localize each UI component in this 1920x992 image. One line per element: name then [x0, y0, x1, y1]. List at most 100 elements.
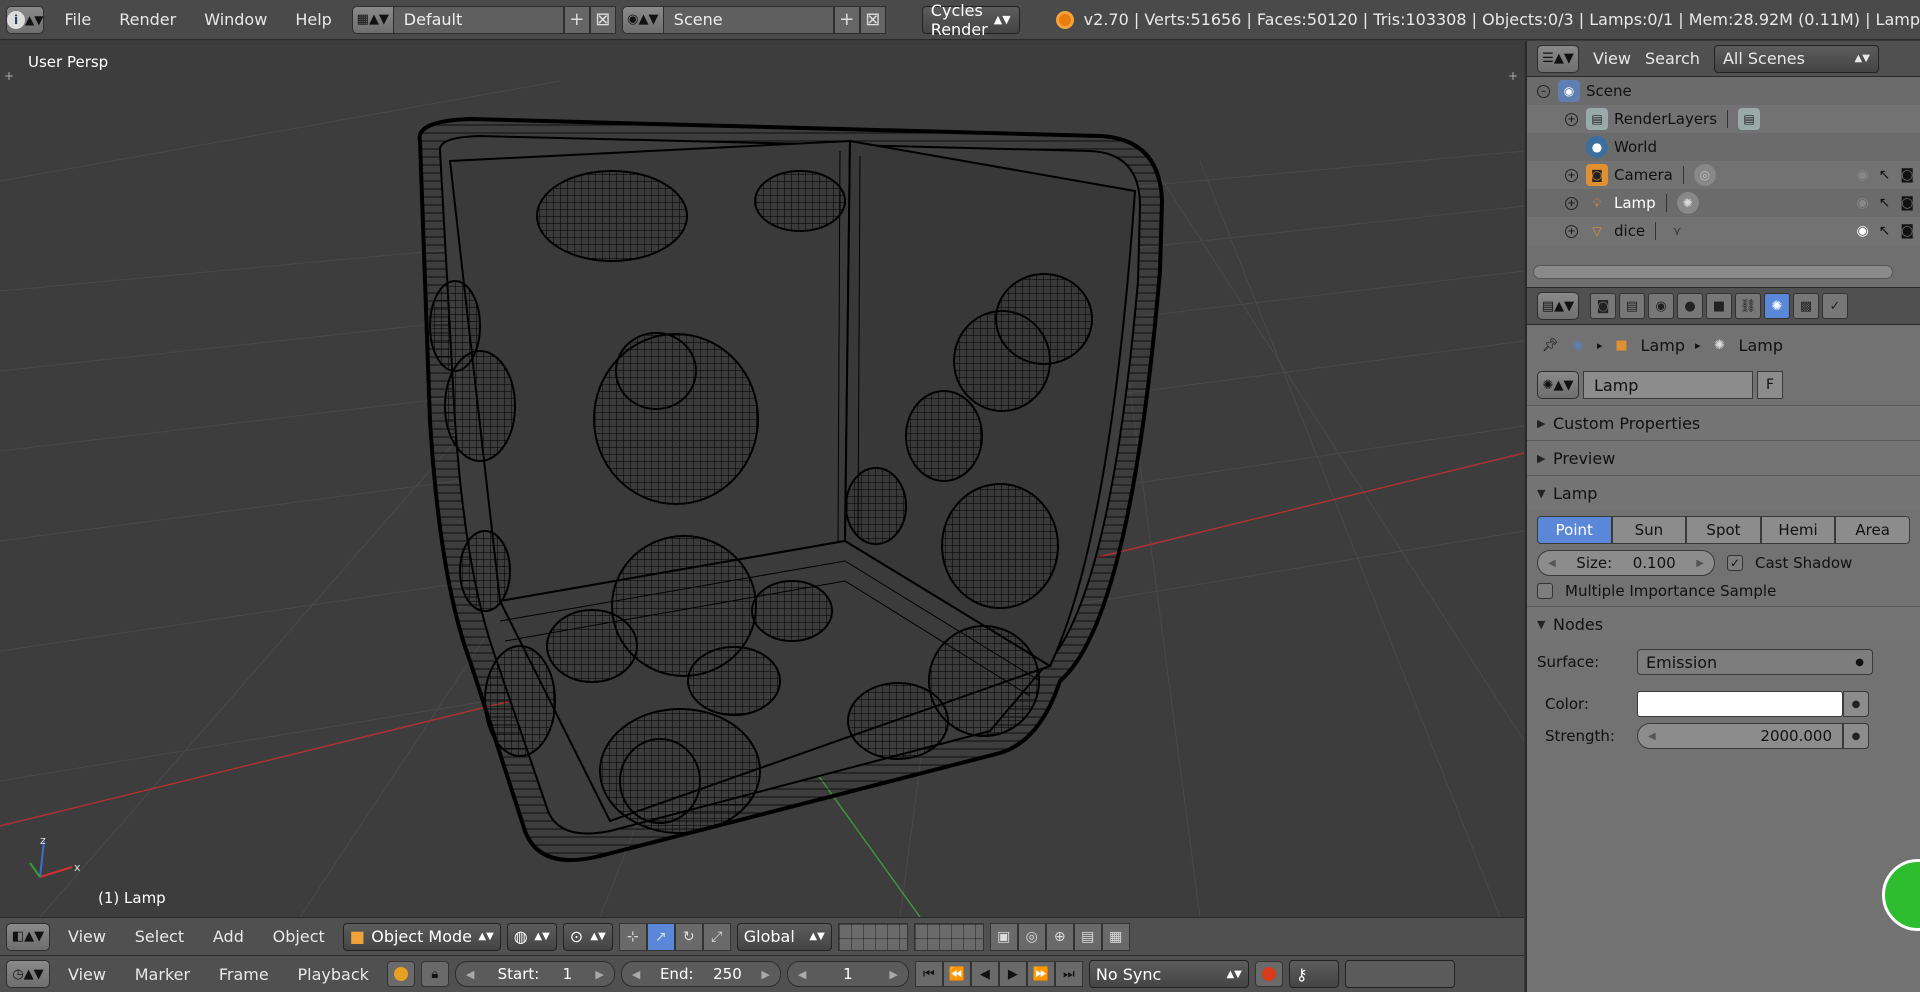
keying-set-field[interactable] — [1344, 960, 1455, 988]
delete-layout-button[interactable]: ⊠ — [589, 5, 616, 34]
lamp-type-point[interactable]: Point — [1537, 516, 1612, 544]
color-swatch[interactable] — [1637, 691, 1843, 717]
record-icon[interactable] — [1254, 961, 1283, 987]
constraints-tab-icon[interactable]: ⛓ — [1735, 293, 1761, 319]
render-animation-icon[interactable]: ▦ — [1101, 922, 1130, 951]
layout-icon[interactable]: ▦▲▼ — [351, 5, 394, 34]
cast-shadow-checkbox[interactable]: ✓ — [1727, 555, 1743, 571]
render-engine-dropdown[interactable]: Cycles Render ▲▼ — [921, 1, 1020, 39]
render-camera-icon[interactable]: ◙ — [1900, 195, 1914, 211]
editor-type-timeline-button[interactable]: ◷▲▼ — [6, 960, 50, 988]
viewport-shading-dropdown[interactable]: ◍ ▲▼ — [506, 922, 557, 951]
add-scene-button[interactable]: + — [833, 5, 860, 34]
scale-manipulator-icon[interactable]: ⤢ — [702, 922, 731, 951]
menu-view[interactable]: View — [56, 927, 118, 946]
lamp-panel-header[interactable]: ▼ Lamp — [1527, 476, 1920, 510]
world-tab-icon[interactable]: ● — [1677, 293, 1703, 319]
lock-icon[interactable]: 🔒︎ — [420, 961, 449, 987]
scene-tab-icon[interactable]: ◉ — [1648, 293, 1674, 319]
pivot-dropdown[interactable]: ⊙ ▲▼ — [562, 922, 613, 951]
texture-tab-icon[interactable]: ▩ — [1793, 293, 1819, 319]
menu-view[interactable]: View — [56, 965, 118, 984]
visibility-eye-icon[interactable]: ◉ — [1856, 167, 1868, 183]
layout-name-field[interactable]: Default — [393, 5, 564, 34]
expand-icon[interactable]: + — [1565, 224, 1578, 238]
select-arrow-icon[interactable]: ↖ — [1879, 167, 1891, 183]
visibility-eye-icon[interactable]: ◉ — [1856, 223, 1868, 239]
keying-set-icon[interactable]: ⚷ — [1288, 960, 1339, 988]
jump-keyframe-back-icon[interactable]: ⏪ — [942, 961, 971, 987]
lamp-type-sun[interactable]: Sun — [1611, 516, 1687, 544]
menu-window[interactable]: Window — [190, 10, 281, 29]
expand-icon[interactable]: + — [1565, 168, 1578, 182]
play-reverse-icon[interactable]: ◀ — [970, 961, 999, 987]
editor-type-outliner-button[interactable]: ☰▲▼ — [1537, 44, 1579, 73]
outliner-row-camera[interactable]: + ◙ Camera ◎ ◉ ↖ ◙ — [1527, 161, 1920, 189]
jump-end-icon[interactable]: ⏭ — [1054, 961, 1083, 987]
scene-name-field[interactable]: Scene — [663, 5, 834, 34]
fake-user-button[interactable]: F — [1757, 371, 1783, 399]
sync-dropdown[interactable]: No Sync ▲▼ — [1088, 960, 1249, 988]
preview-header[interactable]: ▶ Preview — [1527, 441, 1920, 475]
menu-playback[interactable]: Playback — [285, 965, 380, 984]
select-arrow-icon[interactable]: ↖ — [1879, 195, 1891, 211]
renderlayers-tab-icon[interactable]: ▤ — [1619, 293, 1645, 319]
jump-start-icon[interactable]: ⏮ — [914, 961, 943, 987]
lamp-data-tab-icon[interactable]: ✺ — [1764, 293, 1790, 319]
mode-dropdown[interactable]: ■ Object Mode ▲▼ — [342, 922, 501, 951]
lamp-type-area[interactable]: Area — [1835, 516, 1910, 544]
properties-toggle-icon[interactable]: + — [1508, 69, 1518, 83]
menu-help[interactable]: Help — [281, 10, 345, 29]
render-camera-icon[interactable]: ◙ — [1900, 167, 1914, 183]
size-field[interactable]: ◀ Size: 0.100 ▶ — [1537, 550, 1715, 576]
menu-object[interactable]: Object — [261, 927, 337, 946]
play-icon[interactable]: ▶ — [998, 961, 1027, 987]
transform-orientation-dropdown[interactable]: Global ▲▼ — [736, 922, 832, 951]
rotate-manipulator-icon[interactable]: ↻ — [674, 922, 703, 951]
mis-checkbox[interactable] — [1537, 583, 1553, 599]
delete-scene-button[interactable]: ⊠ — [859, 5, 886, 34]
object-tab-icon[interactable]: ■ — [1706, 293, 1732, 319]
custom-properties-header[interactable]: ▶ Custom Properties — [1527, 406, 1920, 440]
start-frame-field[interactable]: ◀ Start: 1 ▶ — [454, 961, 615, 987]
lamp-type-spot[interactable]: Spot — [1686, 516, 1761, 544]
menu-frame[interactable]: Frame — [207, 965, 281, 984]
end-frame-field[interactable]: ◀ End: 250 ▶ — [620, 961, 781, 987]
menu-add[interactable]: Add — [201, 927, 256, 946]
manipulator-toggle-icon[interactable]: ⊹ — [618, 922, 647, 951]
toolshelf-toggle-icon[interactable]: + — [4, 69, 14, 83]
outliner-row-renderlayers[interactable]: + ▤ RenderLayers ▤ — [1527, 105, 1920, 133]
editor-type-button[interactable]: i ▲▼ — [6, 5, 45, 34]
current-frame-field[interactable]: ◀ 1 ▶ — [786, 961, 909, 987]
menu-select[interactable]: Select — [123, 927, 196, 946]
expand-icon[interactable]: + — [1565, 112, 1578, 126]
layer-buttons-b[interactable] — [913, 922, 984, 951]
nodes-panel-header[interactable]: ▼ Nodes — [1527, 607, 1920, 641]
viewport-canvas[interactable]: x z — [0, 41, 1524, 917]
proportional-edit-icon[interactable]: ◎ — [1017, 922, 1046, 951]
color-link-button[interactable]: ● — [1843, 691, 1869, 717]
particles-tab-icon[interactable]: ✓ — [1822, 293, 1848, 319]
scene-icon[interactable]: ◉▲▼ — [621, 5, 664, 34]
strength-link-button[interactable]: ● — [1843, 723, 1869, 749]
lamp-type-hemi[interactable]: Hemi — [1760, 516, 1836, 544]
outliner-row-dice[interactable]: + ▽ dice ⋎ ◉ ↖ ◙ — [1527, 217, 1920, 245]
outliner-display-dropdown[interactable]: All Scenes ▲▼ — [1713, 44, 1879, 73]
snap-icon[interactable]: ⊕ — [1045, 922, 1074, 951]
outliner-row-world[interactable]: ● World — [1527, 133, 1920, 161]
outliner-scrollbar[interactable] — [1533, 265, 1893, 279]
collapse-icon[interactable]: – — [1537, 84, 1550, 98]
select-arrow-icon[interactable]: ↖ — [1879, 223, 1891, 239]
editor-type-properties-button[interactable]: ▤▲▼ — [1537, 292, 1579, 320]
datablock-browse-button[interactable]: ✺▲▼ — [1537, 371, 1579, 399]
jump-keyframe-forward-icon[interactable]: ⏩ — [1026, 961, 1055, 987]
translate-manipulator-icon[interactable]: ↗ — [646, 922, 675, 951]
outliner-menu-search[interactable]: Search — [1645, 49, 1700, 68]
outliner-row-lamp[interactable]: + 💡︎ Lamp ✺ ◉ ↖ ◙ — [1527, 189, 1920, 217]
menu-render[interactable]: Render — [105, 10, 190, 29]
editor-type-3d-button[interactable]: ◧▲▼ — [6, 922, 50, 951]
expand-icon[interactable]: + — [1565, 196, 1578, 210]
add-layout-button[interactable]: + — [563, 5, 590, 34]
menu-marker[interactable]: Marker — [123, 965, 202, 984]
outliner-row-scene[interactable]: – ◉ Scene — [1527, 77, 1920, 105]
